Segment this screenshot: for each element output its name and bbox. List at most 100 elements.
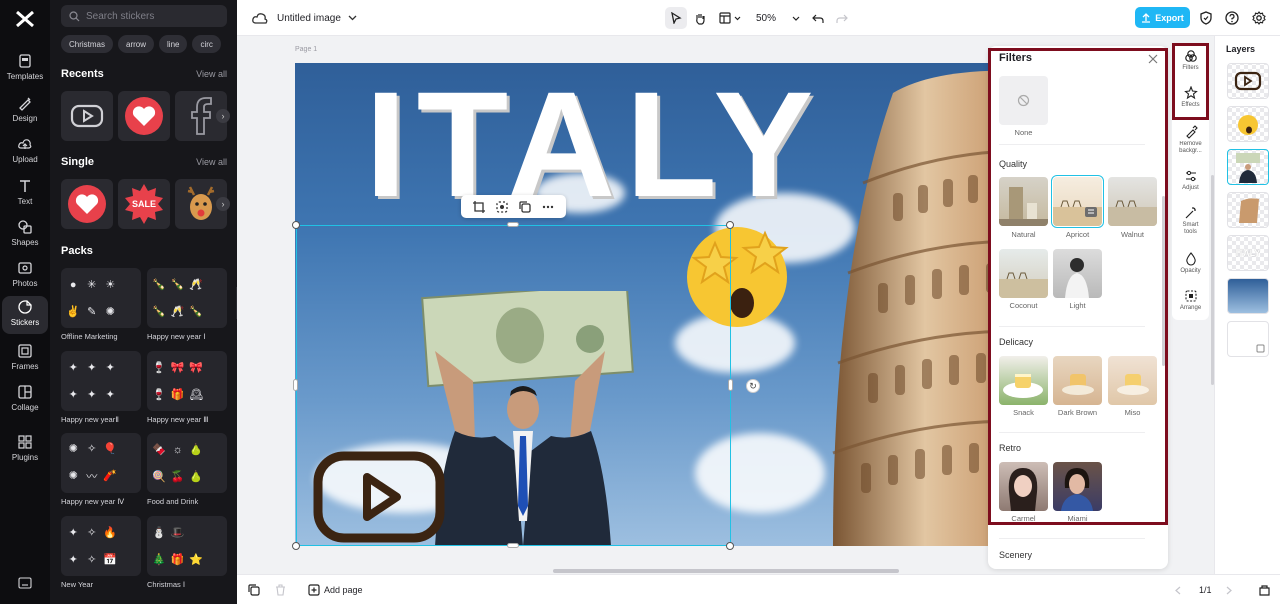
tool-smart-tools[interactable]: Smart tools bbox=[1172, 206, 1209, 236]
filter-none[interactable] bbox=[999, 76, 1048, 125]
nav-plugins[interactable]: Plugins bbox=[2, 431, 48, 469]
filter-miami[interactable] bbox=[1053, 462, 1102, 511]
undo-button[interactable] bbox=[807, 7, 829, 29]
sticker-recent-heart[interactable] bbox=[118, 91, 170, 141]
layer-tower[interactable] bbox=[1227, 192, 1269, 228]
sticker-recent-video[interactable] bbox=[61, 91, 113, 141]
italy-headline[interactable]: ITALY bbox=[365, 69, 823, 219]
sticker-pack-tile[interactable]: ⛄ 🎩 🎄 🎁 ⭐ bbox=[147, 516, 227, 576]
smart-select-icon[interactable] bbox=[495, 200, 509, 214]
tool-adjust[interactable]: Adjust bbox=[1172, 169, 1209, 192]
filter-snack[interactable] bbox=[999, 356, 1048, 405]
chip-christmas[interactable]: Christmas bbox=[61, 35, 114, 53]
chip-circle[interactable]: circ bbox=[192, 35, 221, 53]
document-title[interactable]: Untitled image bbox=[277, 0, 357, 36]
filter-light[interactable] bbox=[1053, 249, 1102, 298]
resize-handle-bottom[interactable] bbox=[507, 543, 519, 548]
resize-handle-top-right[interactable] bbox=[726, 221, 734, 229]
layout-menu-button[interactable] bbox=[715, 7, 745, 29]
sticker-single-heart[interactable] bbox=[61, 179, 113, 229]
rotate-handle-icon[interactable]: ↻ bbox=[746, 379, 760, 393]
filter-miso[interactable] bbox=[1108, 356, 1157, 405]
nav-frames[interactable]: Frames bbox=[2, 340, 48, 378]
nav-stickers[interactable]: Stickers bbox=[2, 296, 48, 334]
layers-scrollbar[interactable] bbox=[1211, 175, 1214, 385]
delete-page-icon[interactable] bbox=[275, 584, 286, 596]
tool-effects[interactable]: Effects bbox=[1172, 86, 1209, 109]
sticker-pack-tile[interactable]: ✦ ✧ 🔥 ✦ ✧ 📅 bbox=[61, 516, 141, 576]
horizontal-scrollbar[interactable] bbox=[553, 569, 899, 573]
sticker-pack-tile[interactable]: 🍷 🎀 🎀 🍷 🎁 🕰 bbox=[147, 351, 227, 411]
filter-apricot[interactable] bbox=[1051, 175, 1104, 228]
resize-handle-bottom-right[interactable] bbox=[726, 542, 734, 550]
resize-handle-left[interactable] bbox=[293, 379, 298, 391]
layer-emoji[interactable] bbox=[1227, 106, 1269, 142]
shield-icon[interactable] bbox=[1199, 11, 1213, 25]
layer-businessman[interactable] bbox=[1227, 149, 1269, 185]
single-view-all[interactable]: View all bbox=[196, 157, 227, 167]
sticker-single-sale[interactable]: SALE bbox=[118, 179, 170, 229]
recents-view-all[interactable]: View all bbox=[196, 69, 227, 79]
search-icon bbox=[69, 10, 80, 21]
layer-sky-background[interactable] bbox=[1227, 278, 1269, 314]
resize-handle-right[interactable] bbox=[728, 379, 733, 391]
sticker-pack-tile[interactable]: ✦ ✦ ✦ ✦ ✦ ✦ bbox=[61, 351, 141, 411]
layer-play-sticker[interactable] bbox=[1227, 63, 1269, 99]
resize-handle-top-left[interactable] bbox=[292, 221, 300, 229]
resize-handle-top[interactable] bbox=[507, 222, 519, 227]
app-logo-icon[interactable] bbox=[14, 8, 36, 30]
tool-opacity[interactable]: Opacity bbox=[1172, 252, 1209, 275]
add-page-button[interactable]: Add page bbox=[308, 575, 363, 604]
pages-drawer-icon[interactable] bbox=[1258, 584, 1271, 596]
filter-walnut[interactable] bbox=[1108, 177, 1157, 226]
tool-remove-background[interactable]: Remove backgr... bbox=[1172, 125, 1209, 155]
more-options-icon[interactable] bbox=[541, 200, 555, 214]
tool-arrange[interactable]: Arrange bbox=[1172, 289, 1209, 312]
selection-bounding-box[interactable] bbox=[296, 225, 731, 546]
layer-page-background[interactable] bbox=[1227, 321, 1269, 357]
nav-shapes[interactable]: Shapes bbox=[2, 216, 48, 254]
sticker-pack-tile[interactable]: 🍾 🍾 🥂 🍾 🥂 🍾 bbox=[147, 268, 227, 328]
filter-dark-brown[interactable] bbox=[1053, 356, 1102, 405]
nav-photos[interactable]: Photos bbox=[2, 257, 48, 295]
help-icon[interactable] bbox=[1225, 11, 1239, 25]
keyboard-icon[interactable] bbox=[18, 577, 32, 589]
filter-carmel[interactable] bbox=[999, 462, 1048, 511]
hand-tool-button[interactable] bbox=[689, 7, 711, 29]
nav-design[interactable]: Design bbox=[2, 92, 48, 130]
layer-italy-text[interactable]: ITALY bbox=[1227, 235, 1269, 271]
redo-button[interactable] bbox=[831, 7, 853, 29]
businessman-layer-thumbnail bbox=[1236, 153, 1260, 183]
zoom-control[interactable]: 50% bbox=[756, 0, 800, 36]
pack-sticker-glyph bbox=[121, 463, 138, 490]
filter-natural[interactable] bbox=[999, 177, 1048, 226]
chip-line[interactable]: line bbox=[159, 35, 188, 53]
select-tool-button[interactable] bbox=[665, 7, 687, 29]
export-button[interactable]: Export bbox=[1135, 7, 1190, 28]
cloud-sync-icon[interactable] bbox=[252, 11, 268, 25]
sticker-search-input[interactable] bbox=[86, 10, 226, 22]
nav-templates[interactable]: Templates bbox=[2, 50, 48, 88]
nav-text[interactable]: Text bbox=[2, 175, 48, 213]
next-page-icon[interactable] bbox=[1226, 586, 1232, 595]
sticker-pack-tile[interactable]: 🍫 ☼ 🍐 🍭 🍒 🍐 bbox=[147, 433, 227, 493]
crop-icon[interactable] bbox=[472, 200, 486, 214]
duplicate-page-icon[interactable] bbox=[248, 584, 260, 596]
close-icon[interactable] bbox=[1148, 54, 1158, 64]
chip-arrow[interactable]: arrow bbox=[118, 35, 155, 53]
pack-sticker-glyph: ✦ bbox=[87, 389, 97, 401]
tool-filters[interactable]: Filters bbox=[1172, 49, 1209, 72]
sticker-pack-tile[interactable]: ✺ ✧ 🎈 ✺ 〰 🧨 bbox=[61, 433, 141, 493]
recents-scroll-right-icon[interactable]: › bbox=[216, 109, 230, 123]
sticker-pack-tile[interactable]: ● ✳ ☀ ✌ ✎ ✺ bbox=[61, 268, 141, 328]
filter-coconut[interactable] bbox=[999, 249, 1048, 298]
duplicate-icon[interactable] bbox=[518, 200, 532, 214]
nav-upload[interactable]: Upload bbox=[2, 133, 48, 171]
nav-collage[interactable]: Collage bbox=[2, 381, 48, 419]
sticker-search-box[interactable] bbox=[61, 5, 227, 27]
settings-gear-icon[interactable] bbox=[1252, 11, 1266, 25]
single-scroll-right-icon[interactable]: › bbox=[216, 197, 230, 211]
previous-page-icon[interactable] bbox=[1175, 586, 1181, 595]
resize-handle-bottom-left[interactable] bbox=[292, 542, 300, 550]
filters-scrollbar[interactable] bbox=[1162, 196, 1165, 366]
